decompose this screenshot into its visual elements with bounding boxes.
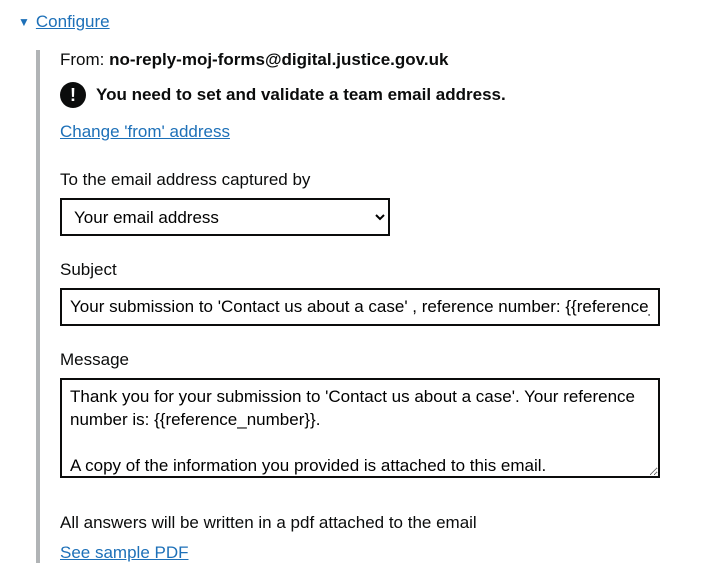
subject-field-label: Subject <box>60 260 697 280</box>
warning-text: You need to set and validate a team emai… <box>96 85 506 105</box>
subject-input[interactable] <box>60 288 660 326</box>
configure-toggle[interactable]: ▼ Configure <box>18 12 697 32</box>
message-textarea[interactable]: Thank you for your submission to 'Contac… <box>60 378 660 478</box>
message-field-group: Message Thank you for your submission to… <box>60 350 697 483</box>
from-label: From: <box>60 50 109 69</box>
from-email: no-reply-moj-forms@digital.justice.gov.u… <box>109 50 448 69</box>
to-field-group: To the email address captured by Your em… <box>60 170 697 236</box>
message-field-label: Message <box>60 350 697 370</box>
configure-link-label: Configure <box>36 12 110 32</box>
subject-field-group: Subject <box>60 260 697 326</box>
warning-row: ! You need to set and validate a team em… <box>60 82 697 108</box>
change-from-link[interactable]: Change 'from' address <box>60 122 230 142</box>
warning-glyph: ! <box>70 85 76 106</box>
sample-pdf-link[interactable]: See sample PDF <box>60 543 189 562</box>
configure-panel: From: no-reply-moj-forms@digital.justice… <box>36 50 697 563</box>
to-field-select[interactable]: Your email address <box>60 198 390 236</box>
to-field-label: To the email address captured by <box>60 170 697 190</box>
triangle-down-icon: ▼ <box>18 15 30 29</box>
warning-icon: ! <box>60 82 86 108</box>
pdf-helper-text: All answers will be written in a pdf att… <box>60 513 697 533</box>
from-line: From: no-reply-moj-forms@digital.justice… <box>60 50 697 70</box>
